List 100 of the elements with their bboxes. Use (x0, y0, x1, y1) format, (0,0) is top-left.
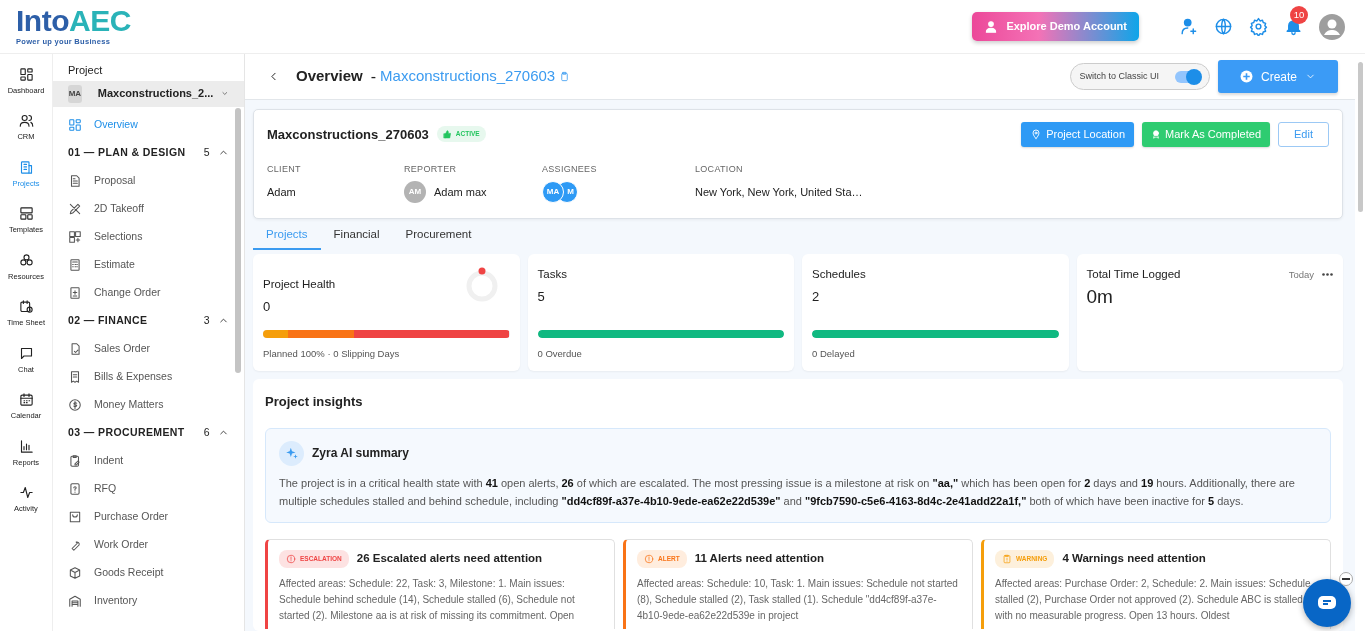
sidebar-item[interactable]: RFQ (53, 474, 244, 503)
thumbs-up-icon (442, 129, 452, 139)
avatar: AM (404, 181, 426, 203)
location-pin-icon (1030, 128, 1043, 141)
summary-text: The project is in a critical health state with 41 open alerts, 26 of which are escalated. The most pressing issue is a milestone at risk on "aa," which has been open for 2 days and 19 hours. Additionally, there are multiple schedules stalled and behind schedule, including "dd4cf89f-a37e-4b10-9ede-ea62e22d539e" and "9fcb7590-c5e6-4163-8d4c-2e41add22a1f," both of which have been inactive for 5 days. (279, 475, 1296, 509)
stat-value: 0m (1086, 285, 1114, 310)
building-icon (18, 159, 34, 175)
receipt-icon (68, 369, 82, 384)
field-label: CLIENT (267, 162, 302, 176)
field-value: Adam max (434, 184, 487, 200)
stat-value: 5 (537, 288, 546, 307)
people-icon (18, 113, 34, 129)
sidebar-item[interactable]: Selections (53, 222, 244, 251)
tab[interactable]: Financial (320, 222, 393, 250)
plus-icon (1240, 70, 1253, 83)
sidebar-title: Project (67, 63, 104, 78)
alert-text: Affected areas: Schedule: 22, Task: 3, Milestone: 1. Main issues: Schedule behind schedule (14), Schedule stalled (6), Schedule not started (2). Milestone aa is at risk of missing its commitment. Open (279, 576, 576, 623)
sidebar-item[interactable]: Money Matters (53, 390, 244, 419)
calendar-icon (18, 392, 34, 408)
minimize-icon[interactable] (1339, 572, 1353, 586)
field-value: Adam (267, 184, 296, 200)
alert-title: 4 Warnings need attention (1062, 550, 1206, 566)
field-label: REPORTER (404, 162, 458, 176)
sidebar-item[interactable]: Goods Receipt (53, 558, 244, 587)
section-count: 3 (203, 312, 210, 328)
warehouse-icon (68, 593, 82, 608)
sparkle-icon (279, 440, 304, 466)
more-icon[interactable] (1322, 273, 1333, 277)
sidebar-item[interactable]: Overview (53, 110, 244, 139)
sidebar-item[interactable]: Purchase Order (53, 502, 244, 531)
project-name: Maxconstructions_270603 (267, 125, 429, 144)
chat-icon (18, 345, 34, 361)
avatar-icon[interactable] (1319, 13, 1345, 40)
sidebar-item[interactable]: Change Order (53, 278, 244, 307)
insights-title: Project insights (265, 393, 364, 411)
dashboard-icon (18, 66, 34, 82)
classic-ui-toggle[interactable]: Switch to Classic UI (1070, 62, 1210, 91)
template-icon (18, 206, 34, 222)
question-icon (68, 481, 82, 496)
exclamation-icon (286, 553, 296, 564)
sidebar-item[interactable]: Work Order (53, 530, 244, 559)
grid-icon (68, 117, 82, 132)
project-selector[interactable]: MA Maxconstructions_2... (53, 80, 244, 107)
box-icon (68, 565, 82, 580)
cubes-icon (18, 252, 34, 268)
alert-title: 11 Alerts need attention (694, 550, 824, 566)
settings-icon[interactable] (1249, 17, 1268, 36)
calculator-icon (68, 257, 82, 272)
title-separator: - (370, 66, 377, 87)
tab[interactable]: Procurement (392, 222, 485, 250)
alert-text: Affected areas: Schedule: 10, Task: 1. Main issues: Schedule not started (8), Schedule stalled (2), Task stalled (1). Schedule "dd4cf89f-a37e-4b10-9ede-ea62e22d539e in project (637, 576, 959, 623)
badge-icon (1151, 129, 1161, 140)
notification-count: 10 (1290, 6, 1308, 24)
section-heading: 01 — PLAN & DESIGN (68, 144, 187, 160)
stat-title: Schedules (812, 267, 867, 282)
ruler-pencil-icon (68, 201, 82, 216)
document-plus-icon (68, 285, 82, 300)
sidebar-item[interactable]: Estimate (53, 250, 244, 279)
sidebar-item[interactable]: Indent (53, 446, 244, 475)
clipboard-icon (1002, 553, 1012, 564)
sidebar-item[interactable]: Proposal (53, 166, 244, 195)
section-heading: 03 — PROCUREMENT (68, 424, 186, 440)
clipboard-icon[interactable] (559, 71, 571, 82)
logo[interactable]: IntoAEC (16, 5, 131, 36)
clipboard-pencil-icon (68, 453, 82, 468)
dollar-icon (68, 397, 82, 412)
user-icon (984, 19, 999, 34)
period-label: Today (1288, 267, 1314, 282)
activity-icon (18, 485, 34, 501)
globe-icon[interactable] (1214, 17, 1233, 36)
field-value: New York, New York, United Sta… (695, 184, 863, 200)
field-label: LOCATION (695, 162, 744, 176)
stat-title: Project Health (263, 277, 336, 292)
sidebar-item[interactable]: Sales Order (53, 334, 244, 363)
sidebar-item[interactable]: Inventory (53, 586, 244, 615)
summary-title: Zyra AI summary (312, 445, 409, 462)
grid-plus-icon (68, 229, 82, 244)
sidebar-item[interactable]: 2D Takeoff (53, 194, 244, 223)
avatar: MA (542, 181, 564, 203)
stat-footer: Planned 100% · 0 Slipping Days (263, 346, 510, 361)
page-title: Overview (296, 66, 363, 87)
section-count: 6 (203, 424, 210, 440)
stat-footer: 0 Delayed (812, 346, 1059, 361)
section-heading: 02 — FINANCE (68, 312, 149, 328)
field-label: ASSIGNEES (542, 162, 598, 176)
sidebar-item[interactable]: Bills & Expenses (53, 362, 244, 391)
stat-footer: 0 Overdue (537, 346, 784, 361)
calendar-clock-icon (18, 299, 34, 315)
document-icon (68, 173, 82, 188)
chat-icon (1317, 595, 1337, 611)
add-user-icon[interactable] (1179, 17, 1198, 36)
exclamation-icon (644, 553, 654, 564)
bar-chart-icon (18, 438, 34, 454)
stat-value: 0 (263, 298, 272, 317)
document-check-icon (68, 341, 82, 356)
alert-text: Affected areas: Purchase Order: 2, Schedule: 2. Main issues: Schedule stalled (2), Purchase Order not approved (2). Schedule ABC is stalled with no measurable progress. Open 13 hours. Oldest (995, 576, 1312, 623)
section-count: 5 (203, 144, 210, 160)
stat-title: Tasks (537, 267, 568, 282)
bag-icon (68, 509, 82, 524)
stat-title: Total Time Logged (1086, 267, 1181, 282)
